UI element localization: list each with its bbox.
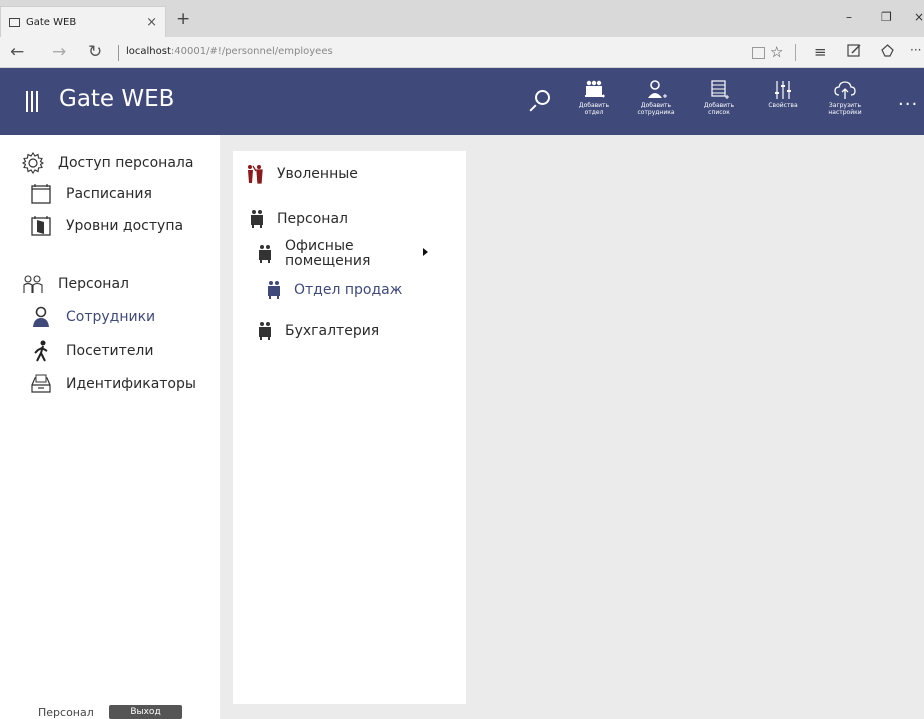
properties-label: Свойства [768, 102, 798, 109]
tree-node-sales[interactable]: Отдел продаж [266, 280, 402, 300]
forward-button[interactable]: → [52, 42, 66, 62]
reading-view-icon[interactable] [752, 47, 765, 59]
calendar-icon [30, 183, 52, 205]
tab-strip: Gate WEB × + – ❐ × [0, 0, 924, 37]
sidebar-item-visitors-label: Посетители [66, 343, 154, 359]
personnel-icon [22, 273, 44, 295]
upload-settings-label: Загрузить настройки [828, 102, 862, 116]
favorite-star-icon[interactable]: ☆ [770, 43, 783, 61]
sidebar-item-schedules[interactable]: Расписания [30, 183, 152, 205]
url-divider [118, 45, 119, 61]
url-host: localhost [126, 46, 171, 57]
web-note-icon[interactable] [847, 43, 862, 62]
browser-window: Gate WEB × + – ❐ × ← → ↻ localhost:40001… [0, 0, 924, 719]
add-list-label: Добавить список [703, 102, 735, 116]
add-list-button[interactable]: Добавить список [688, 80, 750, 128]
walking-person-icon [30, 340, 52, 362]
address-bar: ← → ↻ localhost:40001/#!/personnel/emplo… [0, 37, 924, 68]
app-header: Gate WEB Добавить отдел Добавить сотрудн… [0, 68, 924, 135]
tree-node-offices[interactable]: Офисные помещения [257, 239, 370, 269]
url-field[interactable]: localhost:40001/#!/personnel/employees [126, 46, 333, 57]
department-icon [249, 209, 265, 229]
add-list-icon [711, 80, 729, 99]
add-employee-icon [648, 80, 667, 98]
share-icon[interactable] [880, 43, 895, 62]
tree-node-dismissed-label: Уволенные [277, 166, 358, 182]
department-icon [257, 321, 273, 341]
current-user-label: Персонал [38, 706, 94, 719]
tab-title: Gate WEB [26, 16, 77, 28]
tree-node-personnel[interactable]: Персонал [249, 209, 348, 229]
more-browser-icon[interactable]: ··· [910, 43, 921, 57]
sidebar-section-access-label: Доступ персонала [58, 155, 194, 171]
department-tree-panel [233, 151, 466, 704]
restore-button[interactable]: ❐ [881, 10, 892, 24]
properties-icon [775, 81, 791, 99]
tree-node-accounting-label: Бухгалтерия [285, 323, 380, 339]
hamburger-menu-icon[interactable] [26, 91, 39, 112]
sidebar-item-identifiers-label: Идентификаторы [66, 376, 196, 392]
tree-node-offices-label: Офисные помещения [285, 239, 370, 269]
tab-close-button[interactable]: × [146, 15, 157, 30]
sidebar-item-employees[interactable]: Сотрудники [30, 306, 155, 328]
tree-node-sales-label: Отдел продаж [294, 282, 403, 298]
add-employee-button[interactable]: Добавить сотрудника [625, 80, 687, 128]
browser-tab[interactable]: Gate WEB × [0, 6, 166, 37]
sidebar-item-access-levels[interactable]: Уровни доступа [30, 215, 183, 237]
sidebar-item-identifiers[interactable]: Идентификаторы [30, 373, 196, 395]
add-department-button[interactable]: Добавить отдел [563, 80, 625, 128]
employee-icon [30, 306, 52, 328]
more-actions-icon[interactable]: ··· [898, 94, 924, 115]
sidebar-item-access-levels-label: Уровни доступа [66, 218, 184, 234]
hub-icon[interactable]: ≡ [814, 43, 827, 61]
tree-node-offices-line2: помещения [285, 253, 371, 269]
sidebar-item-schedules-label: Расписания [66, 186, 152, 202]
sidebar-section-personnel-label: Персонал [58, 276, 129, 292]
tree-node-personnel-label: Персонал [277, 211, 348, 227]
upload-settings-icon [834, 81, 856, 99]
toolbar-divider [795, 44, 796, 61]
add-department-icon [585, 80, 605, 98]
sidebar-item-visitors[interactable]: Посетители [30, 340, 153, 362]
close-window-button[interactable]: × [914, 10, 924, 24]
sidebar-section-personnel[interactable]: Персонал [22, 273, 129, 295]
tab-page-icon [9, 17, 20, 27]
tree-node-dismissed[interactable]: Уволенные [245, 164, 358, 184]
add-department-label: Добавить отдел [578, 102, 610, 116]
refresh-button[interactable]: ↻ [88, 42, 102, 62]
dismissed-people-icon [245, 164, 265, 184]
gear-icon [22, 152, 44, 174]
department-icon [266, 280, 282, 300]
back-button[interactable]: ← [10, 42, 24, 62]
sidebar-item-employees-label: Сотрудники [66, 309, 156, 325]
url-path: :40001/#!/personnel/employees [170, 46, 333, 57]
properties-button[interactable]: Свойства [752, 80, 814, 128]
logout-button[interactable]: Выход [109, 705, 182, 719]
sidebar-section-access[interactable]: Доступ персонала [22, 152, 193, 174]
door-icon [30, 215, 52, 237]
department-icon [257, 244, 273, 264]
search-icon[interactable] [529, 90, 550, 112]
expand-arrow-icon[interactable] [423, 248, 428, 256]
upload-settings-button[interactable]: Загрузить настройки [814, 80, 876, 128]
new-tab-button[interactable]: + [176, 9, 190, 29]
app-title: Gate WEB [59, 86, 175, 112]
tree-node-accounting[interactable]: Бухгалтерия [257, 321, 379, 341]
card-reader-icon [30, 373, 52, 395]
minimize-button[interactable]: – [846, 10, 852, 24]
tree-node-offices-line1: Офисные [285, 238, 354, 254]
add-employee-label: Добавить сотрудника [637, 102, 675, 116]
